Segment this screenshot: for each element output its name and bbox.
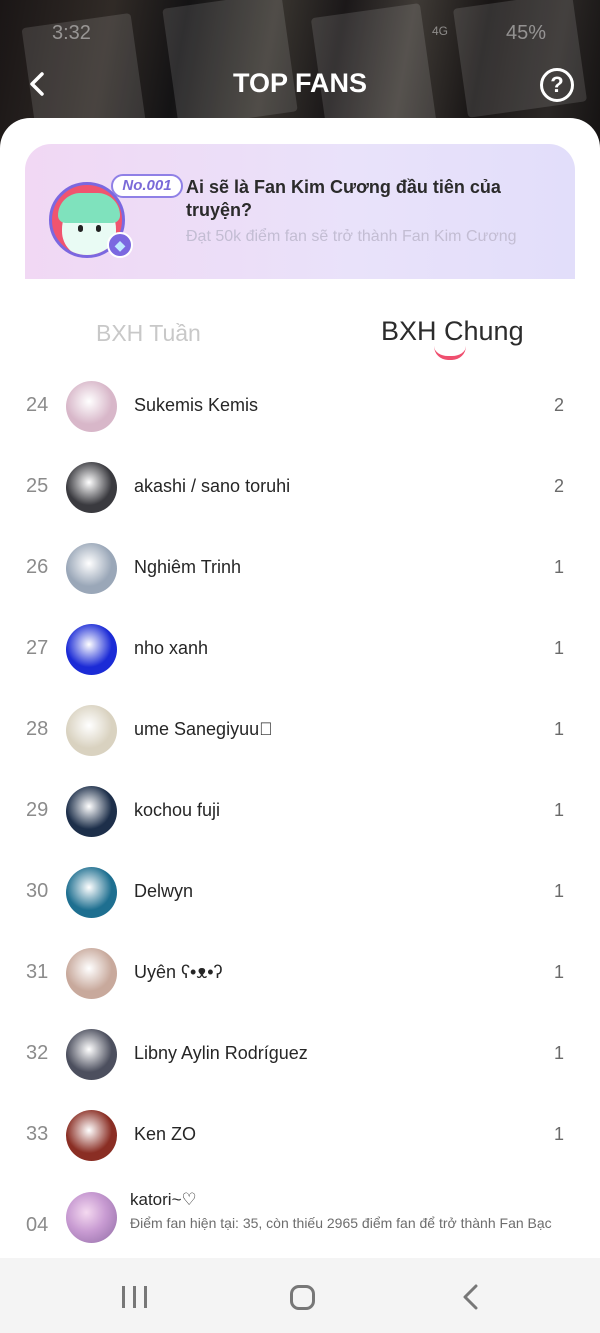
- fan-name: Delwyn: [134, 881, 194, 901]
- tab-weekly[interactable]: BXH Tuần: [96, 320, 201, 347]
- diamond-icon: ◆: [107, 232, 133, 258]
- avatar: [66, 1110, 117, 1161]
- avatar: [66, 705, 117, 756]
- fan-list: 24 Sukemis Kemis 2 25 akashi / sano toruhi 2 2…: [0, 366, 600, 1176]
- fan-rank: 30: [26, 880, 49, 902]
- current-user-name: katori~♡: [130, 1190, 197, 1209]
- rank-label: No.001: [111, 174, 183, 198]
- list-item[interactable]: 31 Uyên ʕ•ᴥ•ʔ 1: [0, 933, 600, 1014]
- page-title: TOP FANS: [232, 68, 368, 98]
- fan-name: Libny Aylin Rodríguez: [134, 1043, 308, 1063]
- fan-score: 1: [553, 719, 564, 739]
- list-item[interactable]: 24 Sukemis Kemis 2: [0, 366, 600, 447]
- fan-score: 1: [553, 800, 564, 820]
- current-user-rank: 04: [26, 1214, 49, 1236]
- fan-score: 1: [553, 962, 564, 982]
- fan-score: 1: [553, 881, 564, 901]
- current-user-progress-note: Điểm fan hiện tại: 35, còn thiếu 2965 đi…: [130, 1215, 552, 1231]
- avatar: [66, 543, 117, 594]
- fan-name: nho xanh: [134, 638, 209, 658]
- top-bar: TOP FANS ?: [0, 60, 600, 108]
- list-item[interactable]: 27 nho xanh 1: [0, 609, 600, 690]
- list-item[interactable]: 26 Nghiêm Trinh 1: [0, 528, 600, 609]
- avatar: [66, 462, 117, 513]
- leaderboard-sheet: ◆ No.001 Ai sẽ là Fan Kim Cương đầu tiên…: [0, 118, 600, 1258]
- fan-score: 1: [553, 1043, 564, 1063]
- fan-name: ume Sanegiyuu🏻: [134, 719, 273, 739]
- active-tab-indicator: [434, 346, 466, 360]
- question-circle-icon[interactable]: ?: [540, 68, 574, 102]
- back-icon[interactable]: [460, 1284, 482, 1310]
- avatar: [66, 381, 117, 432]
- fan-score: 1: [553, 557, 564, 577]
- avatar: [66, 1029, 117, 1080]
- current-user-row[interactable]: 04 katori~♡ Điểm fan hiện tại: 35, còn t…: [0, 1180, 600, 1258]
- fan-score: 2: [553, 395, 564, 415]
- fan-name: Nghiêm Trinh: [134, 557, 242, 577]
- fan-name: Uyên ʕ•ᴥ•ʔ: [134, 962, 223, 982]
- avatar: [66, 786, 117, 837]
- banner-subtitle: Đạt 50k điểm fan sẽ trở thành Fan Kim Cư…: [186, 228, 517, 245]
- avatar: [66, 867, 117, 918]
- avatar: [66, 948, 117, 999]
- avatar: [66, 624, 117, 675]
- fan-rank: 24: [26, 394, 49, 416]
- fan-name: kochou fuji: [134, 800, 221, 820]
- list-item[interactable]: 33 Ken ZO 1: [0, 1095, 600, 1176]
- list-item[interactable]: 30 Delwyn 1: [0, 852, 600, 933]
- fan-name: Ken ZO: [134, 1124, 197, 1144]
- fan-score: 1: [553, 638, 564, 658]
- avatar: [66, 1192, 117, 1243]
- ranking-tabs: BXH Tuần BXH Chung: [0, 314, 600, 374]
- fan-name: Sukemis Kemis: [134, 395, 259, 415]
- fan-score: 1: [553, 1124, 564, 1144]
- list-item[interactable]: 29 kochou fuji 1: [0, 771, 600, 852]
- list-item[interactable]: 32 Libny Aylin Rodríguez 1: [0, 1014, 600, 1095]
- banner-title: Ai sẽ là Fan Kim Cương đầu tiên của truy…: [186, 177, 501, 220]
- home-icon[interactable]: [290, 1285, 315, 1310]
- status-bar: 3:32 4G 45%: [0, 0, 600, 64]
- diamond-fan-banner[interactable]: ◆ No.001 Ai sẽ là Fan Kim Cương đầu tiên…: [25, 144, 575, 279]
- fan-rank: 27: [26, 637, 49, 659]
- list-item[interactable]: 25 akashi / sano toruhi 2: [0, 447, 600, 528]
- fan-name: akashi / sano toruhi: [134, 476, 291, 496]
- fan-rank: 28: [26, 718, 49, 740]
- recent-apps-icon[interactable]: [122, 1286, 148, 1308]
- fan-rank: 26: [26, 556, 49, 578]
- tab-overall[interactable]: BXH Chung: [381, 316, 524, 347]
- battery-level: 45%: [505, 22, 546, 44]
- fan-rank: 32: [26, 1042, 49, 1064]
- fan-rank: 33: [26, 1123, 49, 1145]
- fan-rank: 25: [26, 475, 49, 497]
- list-item[interactable]: 28 ume Sanegiyuu🏻 1: [0, 690, 600, 771]
- system-nav-bar: [0, 1258, 600, 1333]
- status-time: 3:32: [52, 22, 91, 44]
- fan-score: 2: [553, 476, 564, 496]
- network-indicator: 4G: [432, 24, 449, 38]
- fan-rank: 31: [26, 961, 49, 983]
- fan-rank: 29: [26, 799, 49, 821]
